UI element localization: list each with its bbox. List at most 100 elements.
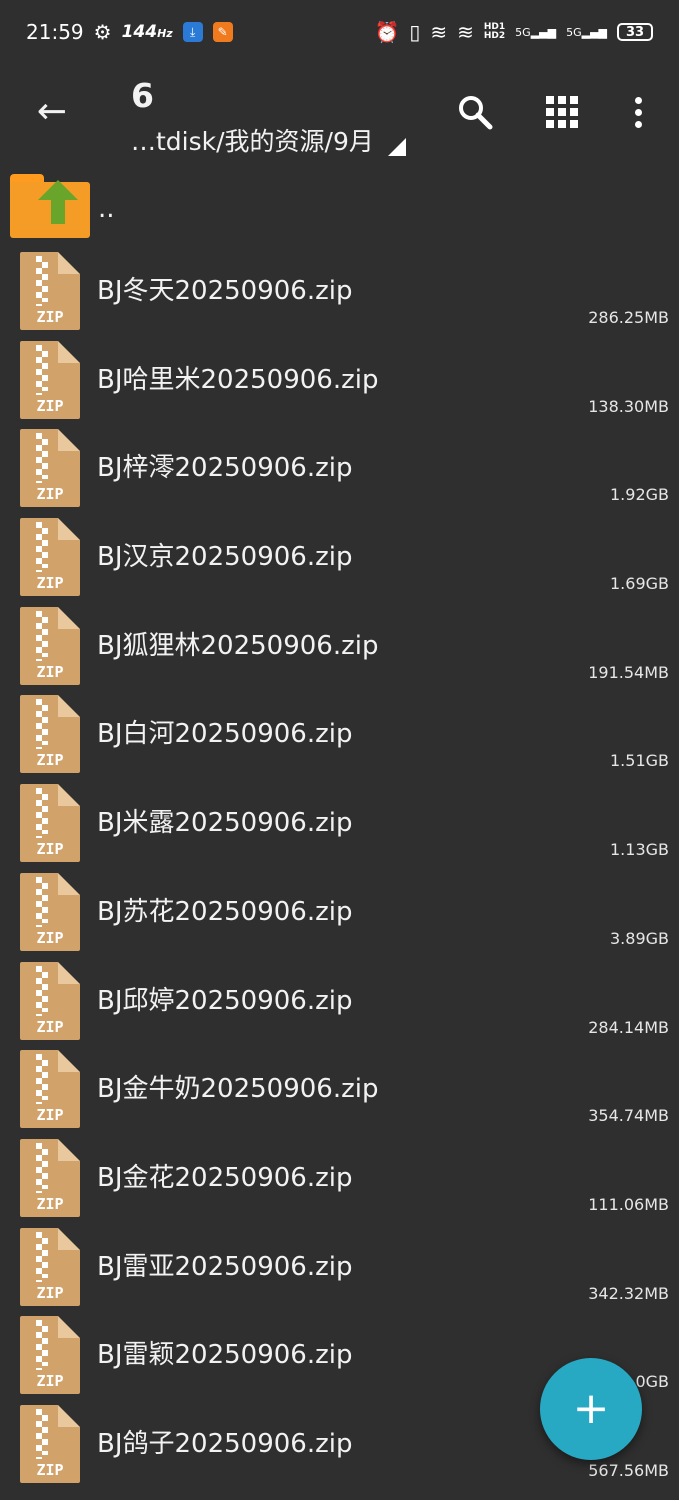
plus-icon: + xyxy=(572,1383,610,1434)
file-size: 111.06MB xyxy=(588,1194,669,1214)
file-name: BJ金花20250906.zip xyxy=(97,1162,353,1193)
file-size: 1.51GB xyxy=(610,751,669,771)
zip-label: ZIP xyxy=(36,1372,64,1391)
parent-directory-label: .. xyxy=(98,194,115,224)
file-name: BJ狐狸林20250906.zip xyxy=(97,630,379,661)
zip-label: ZIP xyxy=(36,308,64,326)
status-bar: 21:59 ⚙ 144Hz ⤓ ✎ ⏰ ▯ ≋ ≋ HD1 HD2 5G▂▄▆ 5… xyxy=(0,0,679,64)
file-size: 1.13GB xyxy=(610,840,669,860)
zip-file-icon: ZIP xyxy=(20,1050,80,1129)
file-size: 138.30MB xyxy=(588,396,669,416)
file-name: BJ梓澪20250906.zip xyxy=(97,453,353,484)
file-name: BJ白河20250906.zip xyxy=(97,719,353,750)
search-icon xyxy=(459,96,493,130)
file-size: 0GB xyxy=(635,1372,669,1392)
file-size: 191.54MB xyxy=(588,662,669,682)
file-row[interactable]: ZIP BJ邱婷20250906.zip 284.14MB xyxy=(0,956,679,1045)
zip-file-icon: ZIP xyxy=(20,1404,80,1483)
file-row[interactable]: ZIP BJ梓澪20250906.zip 1.92GB xyxy=(0,423,679,512)
page-title: 6 xyxy=(131,76,154,115)
file-name: BJ汉京20250906.zip xyxy=(97,542,353,573)
app-notification-icon-2: ✎ xyxy=(212,22,233,42)
zip-file-icon: ZIP xyxy=(20,872,80,951)
wifi-icon-2: ≋ xyxy=(457,20,474,44)
battery-icon: 33 xyxy=(617,23,653,41)
more-vert-icon xyxy=(634,96,642,128)
file-row[interactable]: ZIP BJ狐狸林20250906.zip 191.54MB xyxy=(0,601,679,690)
breadcrumb[interactable]: …tdisk/我的资源/9月 xyxy=(131,122,406,158)
path-text: …tdisk/我的资源/9月 xyxy=(131,127,374,156)
file-row[interactable]: ZIP BJ汉京20250906.zip 1.69GB xyxy=(0,512,679,601)
file-name: BJ冬天20250906.zip xyxy=(97,276,353,306)
file-name: BJ雷颖20250906.zip xyxy=(97,1340,353,1371)
add-button[interactable]: + xyxy=(540,1358,642,1460)
file-name: BJ米露20250906.zip xyxy=(97,808,353,839)
more-options-button[interactable] xyxy=(614,88,662,136)
alarm-icon: ⏰ xyxy=(374,20,400,44)
file-row[interactable]: ZIP BJ金牛奶20250906.zip 354.74MB xyxy=(0,1044,679,1133)
zip-label: ZIP xyxy=(36,1106,64,1125)
refresh-rate: 144Hz xyxy=(121,22,173,42)
file-size: 3.89GB xyxy=(610,928,669,948)
zip-file-icon: ZIP xyxy=(20,1227,80,1306)
zip-file-icon: ZIP xyxy=(20,252,80,330)
file-size: 342.32MB xyxy=(588,1283,669,1303)
file-name: BJ雷亚20250906.zip xyxy=(97,1251,353,1282)
zip-file-icon: ZIP xyxy=(20,606,80,685)
file-name: BJ哈里米20250906.zip xyxy=(97,364,379,395)
back-arrow-icon[interactable]: ← xyxy=(32,92,72,132)
zip-label: ZIP xyxy=(36,574,64,593)
zip-label: ZIP xyxy=(36,1194,64,1213)
app-bar: ← 6 …tdisk/我的资源/9月 xyxy=(0,64,679,164)
file-row[interactable]: ZIP BJ金花20250906.zip 111.06MB xyxy=(0,1133,679,1222)
search-button[interactable] xyxy=(451,88,499,136)
zip-label: ZIP xyxy=(36,928,64,947)
signal-icon: 5G▂▄▆ xyxy=(515,25,557,39)
file-row[interactable]: ZIP BJ冬天20250906.zip 286.25MB xyxy=(0,246,679,335)
zip-label: ZIP xyxy=(36,840,64,859)
file-name: BJ鸽子20250906.zip xyxy=(97,1428,353,1459)
zip-label: ZIP xyxy=(36,396,64,415)
file-name: BJ邱婷20250906.zip xyxy=(97,985,353,1016)
zip-label: ZIP xyxy=(36,485,64,504)
zip-label: ZIP xyxy=(36,662,64,681)
clock: 21:59 xyxy=(26,20,84,44)
file-name: BJ苏花20250906.zip xyxy=(97,896,353,927)
file-size: 284.14MB xyxy=(588,1017,669,1037)
zip-file-icon: ZIP xyxy=(20,518,80,597)
signal-icon-2: 5G▂▄▆ xyxy=(566,25,607,39)
zip-label: ZIP xyxy=(36,751,64,770)
zip-file-icon: ZIP xyxy=(20,429,80,508)
file-size: 286.25MB xyxy=(588,308,669,327)
folder-up-icon xyxy=(10,174,90,238)
zip-label: ZIP xyxy=(36,1017,64,1036)
zip-label: ZIP xyxy=(36,1460,64,1479)
file-size: 1.92GB xyxy=(610,485,669,505)
wifi-icon: ≋ xyxy=(430,20,448,44)
file-row[interactable]: ZIP BJ苏花20250906.zip 3.89GB xyxy=(0,867,679,956)
file-list: .. ZIP BJ冬天20250906.zip 286.25MB ZIP BJ哈里米20… xyxy=(0,168,679,1488)
file-row[interactable]: ZIP BJ哈里米20250906.zip 138.30MB xyxy=(0,335,679,424)
zip-file-icon: ZIP xyxy=(20,695,80,774)
file-row[interactable]: ZIP BJ米露20250906.zip 1.13GB xyxy=(0,778,679,867)
file-size: 354.74MB xyxy=(588,1106,669,1126)
parent-directory-row[interactable]: .. xyxy=(0,168,679,246)
grid-view-button[interactable] xyxy=(538,88,586,136)
file-name: BJ金牛奶20250906.zip xyxy=(97,1074,379,1105)
file-row[interactable]: ZIP BJ雷亚20250906.zip 342.32MB xyxy=(0,1222,679,1311)
zip-file-icon: ZIP xyxy=(20,1316,80,1395)
file-size: 1.69GB xyxy=(610,574,669,594)
zip-file-icon: ZIP xyxy=(20,784,80,863)
zip-file-icon: ZIP xyxy=(20,340,80,419)
file-size: 567.56MB xyxy=(588,1460,669,1480)
vibrate-icon: ▯ xyxy=(409,20,421,44)
dropdown-triangle-icon xyxy=(387,138,406,156)
zip-file-icon: ZIP xyxy=(20,1138,80,1217)
hd-icon: HD1 HD2 xyxy=(483,22,506,41)
zip-file-icon: ZIP xyxy=(20,961,80,1040)
grid-icon xyxy=(546,96,578,128)
settings-gear-icon: ⚙ xyxy=(93,20,112,44)
app-notification-icon: ⤓ xyxy=(182,22,203,42)
file-row[interactable]: ZIP BJ白河20250906.zip 1.51GB xyxy=(0,689,679,778)
zip-label: ZIP xyxy=(36,1283,64,1302)
